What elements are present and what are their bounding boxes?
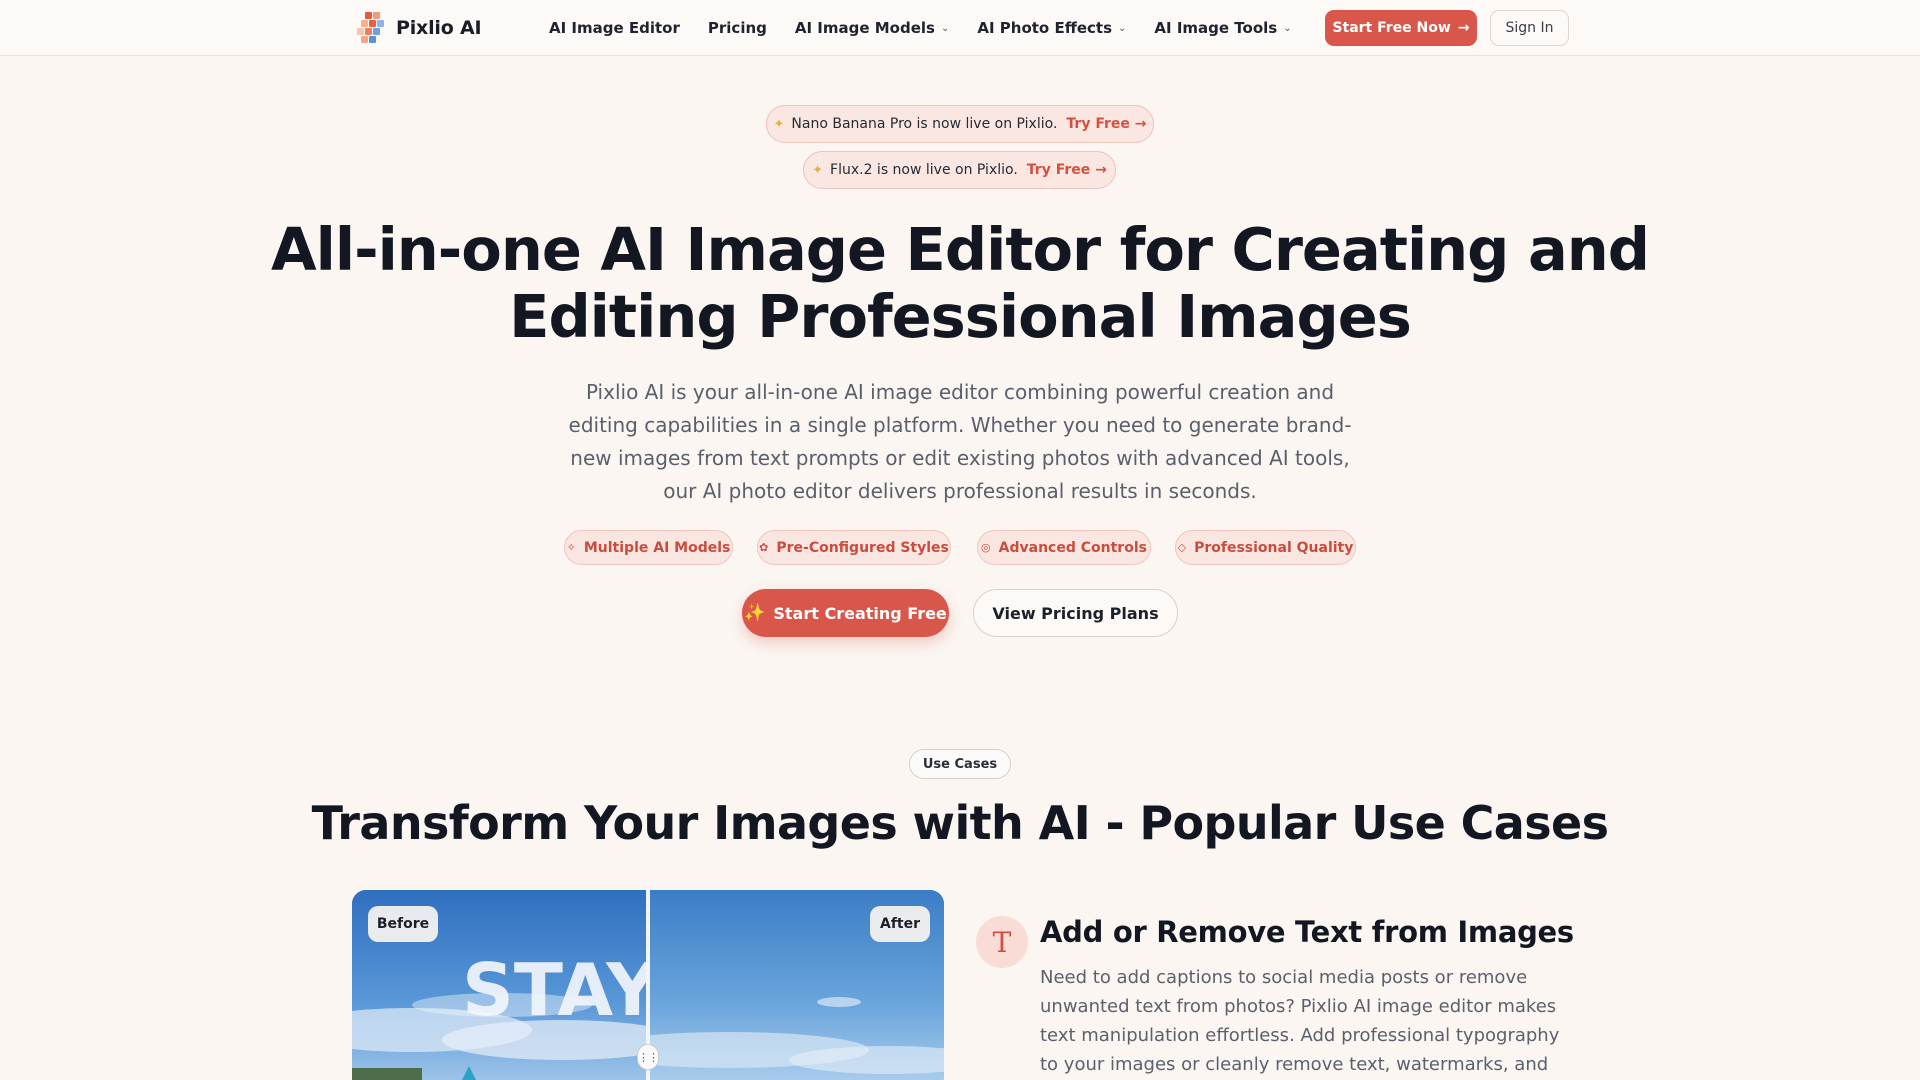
- nav-link-label: AI Image Editor: [549, 19, 680, 37]
- button-label: Start Creating Free: [773, 603, 947, 623]
- before-label: Before: [368, 906, 438, 942]
- arrow-right-icon: →: [1134, 116, 1147, 132]
- arrow-right-icon: →: [1095, 162, 1107, 178]
- nav-ai-photo-effects[interactable]: AI Photo Effects ⌄: [977, 19, 1126, 37]
- pixlio-logo-icon: [356, 8, 388, 48]
- main-menu: AI Image Editor Pricing AI Image Models …: [549, 0, 1320, 56]
- nav-link-label: AI Image Models: [794, 19, 935, 37]
- tag-label: Advanced Controls: [998, 539, 1147, 556]
- sign-in-button[interactable]: Sign In: [1490, 10, 1569, 46]
- drag-handle-icon[interactable]: ⋮⋮: [637, 1044, 659, 1070]
- use-case-title: Add or Remove Text from Images: [1040, 915, 1574, 949]
- button-label: View Pricing Plans: [992, 603, 1159, 623]
- palette-icon: ✿: [759, 541, 769, 554]
- brand-logo[interactable]: Pixlio AI: [356, 8, 482, 48]
- tag-professional-quality: ◇ Professional Quality: [1175, 530, 1356, 565]
- hero-title-line-2: Editing Professional Images: [509, 282, 1412, 351]
- sky-writing-text: STAY: [462, 948, 647, 1032]
- brand-name: Pixlio AI: [396, 17, 482, 39]
- hero-title: All-in-one AI Image Editor for Creating …: [260, 216, 1660, 350]
- text-icon: T: [976, 916, 1028, 968]
- nav-pricing[interactable]: Pricing: [708, 19, 767, 37]
- button-label: Sign In: [1505, 20, 1554, 36]
- use-cases-badge: Use Cases: [909, 749, 1011, 779]
- chevron-down-icon: ⌄: [1118, 22, 1127, 34]
- hero-title-line-1: All-in-one AI Image Editor for Creating …: [270, 215, 1650, 284]
- tag-pre-configured-styles: ✿ Pre-Configured Styles: [757, 530, 951, 565]
- top-navigation: Pixlio AI AI Image Editor Pricing AI Ima…: [0, 0, 1920, 56]
- chevron-down-icon: ⌄: [1283, 22, 1292, 34]
- sparkle-icon: ✦: [812, 162, 824, 178]
- announcement-text: Nano Banana Pro is now live on Pixlio.: [791, 116, 1058, 132]
- nav-ai-image-editor[interactable]: AI Image Editor: [549, 19, 680, 37]
- button-label: Start Free Now: [1332, 20, 1451, 36]
- tag-multiple-ai-models: ✧ Multiple AI Models: [564, 530, 733, 565]
- use-case-description: Need to add captions to social media pos…: [1040, 967, 1560, 1075]
- announcement-text: Flux.2 is now live on Pixlio.: [830, 162, 1018, 178]
- hero-description: Pixlio AI is your all-in-one AI image ed…: [568, 380, 1352, 503]
- nav-ai-image-models[interactable]: AI Image Models ⌄: [795, 19, 949, 37]
- tag-label: Pre-Configured Styles: [776, 539, 949, 556]
- use-cases-title: Transform Your Images with AI - Popular …: [311, 796, 1609, 850]
- nav-link-label: Pricing: [707, 19, 767, 37]
- nav-link-label: AI Image Tools: [1154, 19, 1278, 37]
- start-creating-free-button[interactable]: ✨ Start Creating Free: [742, 589, 949, 637]
- arrow-right-icon: →: [1457, 20, 1470, 36]
- sparkle-icon: ✧: [566, 541, 576, 554]
- announcement-flux2[interactable]: ✦ Flux.2 is now live on Pixlio. Try Free…: [803, 151, 1116, 189]
- sparkles-icon: ✨: [744, 603, 766, 623]
- nav-ai-image-tools[interactable]: AI Image Tools ⌄: [1154, 19, 1291, 37]
- before-after-comparison[interactable]: STAY ⋮⋮ Before After: [352, 890, 944, 1080]
- gem-icon: ◇: [1177, 541, 1187, 554]
- after-label: After: [870, 906, 930, 942]
- chevron-down-icon: ⌄: [940, 22, 950, 34]
- nav-link-label: AI Photo Effects: [977, 19, 1113, 37]
- try-free-label: Try Free: [1066, 116, 1130, 132]
- tag-label: Multiple AI Models: [583, 539, 731, 556]
- tag-advanced-controls: ◎ Advanced Controls: [977, 530, 1151, 565]
- sparkle-icon: ✦: [773, 116, 785, 132]
- try-free-link[interactable]: Try Free →: [1066, 116, 1146, 132]
- tag-label: Professional Quality: [1194, 539, 1354, 556]
- feature-tags: ✧ Multiple AI Models ✿ Pre-Configured St…: [0, 530, 1920, 565]
- start-free-now-button[interactable]: Start Free Now →: [1325, 10, 1477, 46]
- try-free-link[interactable]: Try Free →: [1027, 162, 1107, 178]
- target-icon: ◎: [981, 541, 991, 554]
- announcement-nano-banana-pro[interactable]: ✦ Nano Banana Pro is now live on Pixlio.…: [766, 105, 1154, 143]
- view-pricing-plans-button[interactable]: View Pricing Plans: [973, 589, 1178, 637]
- try-free-label: Try Free: [1026, 162, 1091, 178]
